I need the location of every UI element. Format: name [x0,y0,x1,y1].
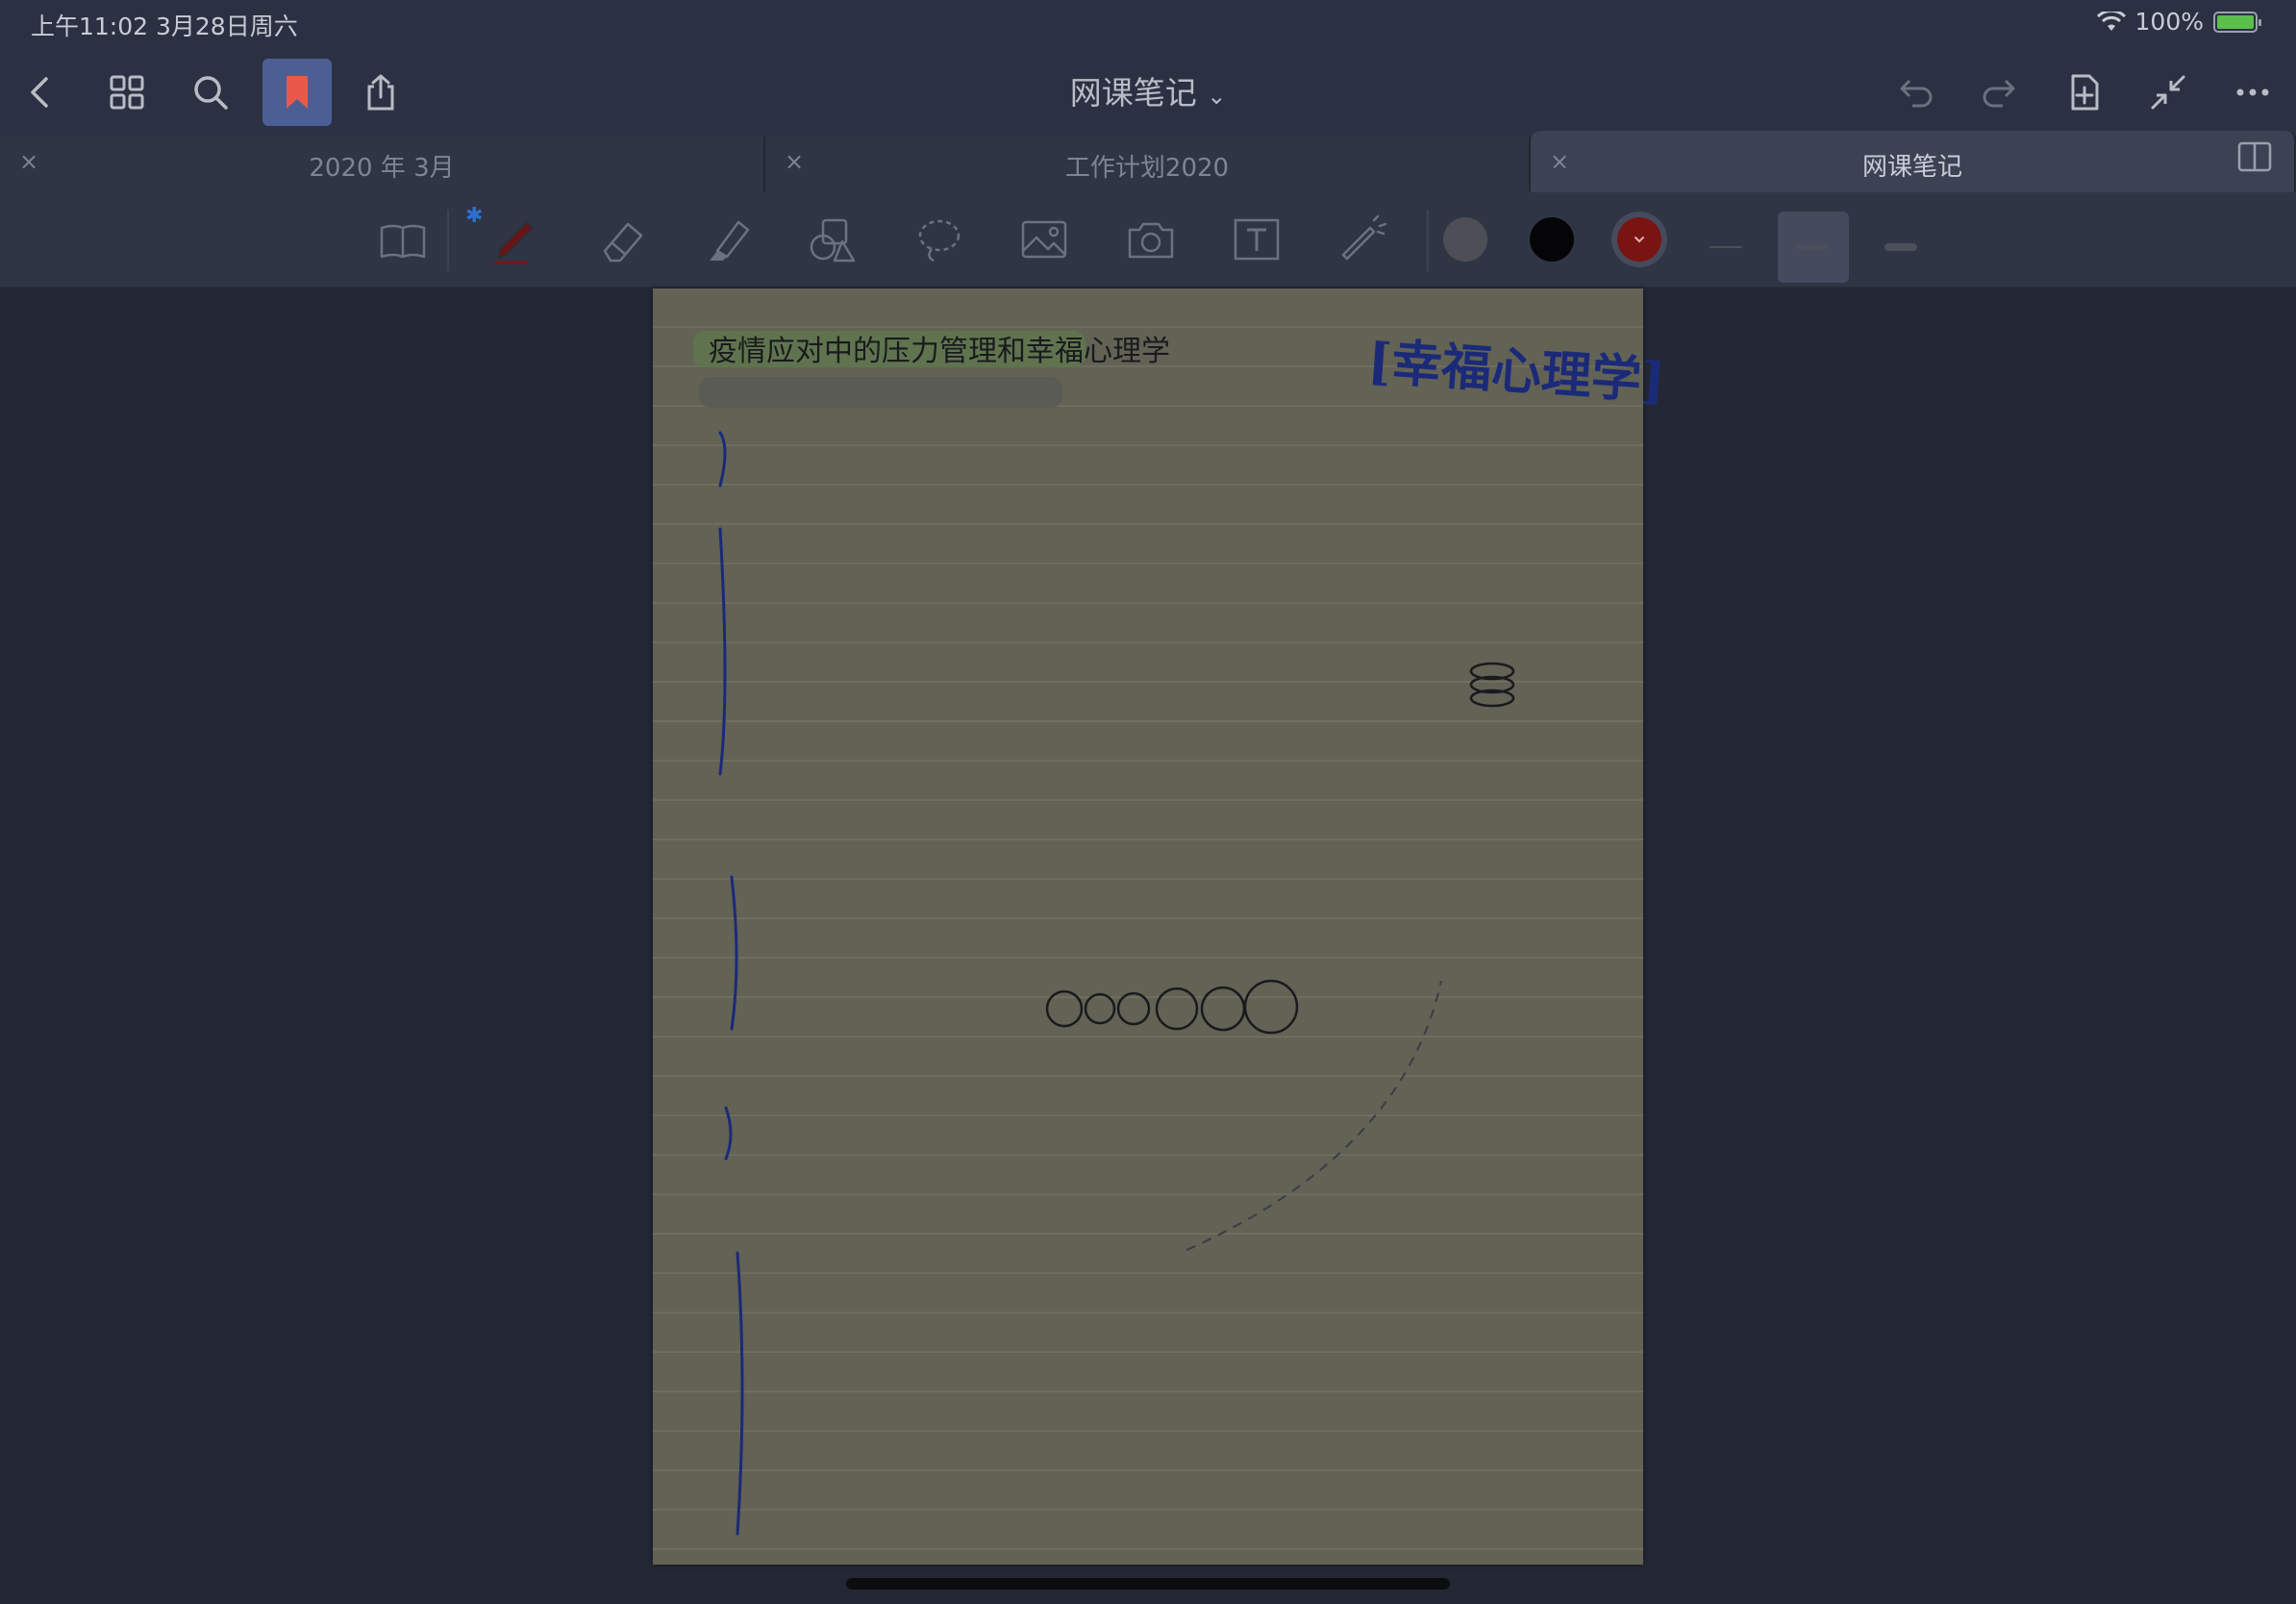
notebook-canvas[interactable]: 疫情应对中的压力管理和幸福心理学 [幸福心理学] [0,288,2296,1604]
status-bar: 上午11:02 3月28日周六 100% [0,0,2296,48]
chevron-down-icon: ⌄ [1207,83,1227,110]
tab-label: 工作计划2020 [1064,154,1230,183]
text-box-icon [1234,218,1280,261]
image-icon [1021,220,1067,259]
redo-icon [1983,79,2015,108]
tab-label: 2020 年 3月 [309,154,455,183]
shape-tool[interactable] [798,206,867,273]
color-swatch-gray[interactable] [1443,217,1487,262]
bookmark-icon [287,76,308,109]
tab-online-notes[interactable]: × 网课笔记 [1531,131,2296,192]
grid-icon [110,75,144,110]
battery-icon [2213,11,2261,33]
home-indicator [846,1578,1450,1590]
wifi-icon [2096,11,2126,31]
eraser-icon [603,222,643,263]
camera-tool[interactable] [1116,206,1185,273]
stroke-width-thick[interactable] [1865,212,1936,283]
search-button[interactable] [176,59,245,126]
status-time: 上午11:02 3月28日周六 [31,13,298,40]
laser-pointer-icon [1341,214,1387,261]
toolbar-divider [447,210,449,271]
bookmark-button[interactable] [262,59,332,126]
laser-pointer-tool[interactable] [1328,206,1397,273]
eraser-tool[interactable] [587,206,657,273]
stroke-thick-sample [1884,243,1917,251]
camera-icon [1128,222,1174,259]
text-tool[interactable] [1222,206,1291,273]
tab-label: 网课笔记 [1861,153,1962,182]
redo-button[interactable] [1964,59,2034,126]
split-view-icon[interactable] [2236,138,2273,175]
tab-work-plan[interactable]: × 工作计划2020 [765,137,1531,192]
tab-bar: × 2020 年 3月 × 工作计划2020 × 网课笔记 [0,131,2296,192]
chevron-left-icon [31,77,48,108]
add-page-icon [2071,74,2099,111]
chevron-down-icon [1635,237,1644,243]
grid-view-button[interactable] [92,59,162,126]
collapse-icon [2151,75,2185,110]
undo-icon [1900,79,1933,108]
search-icon [194,76,228,110]
status-right: 100% [2096,8,2261,36]
handwritten-notes [718,431,1515,1536]
share-button[interactable] [346,59,415,126]
lasso-tool[interactable] [905,206,974,273]
read-mode-icon [380,224,426,259]
toolbar-divider [1427,210,1429,271]
top-navbar: 网课笔记 ⌄ [0,48,2296,137]
tab-2020-march[interactable]: × 2020 年 3月 [0,137,765,192]
stroke-width-medium[interactable] [1778,212,1849,283]
stroke-width-thin[interactable] [1690,212,1761,283]
drawing-toolbar: ✱ [0,192,2296,288]
battery-percent: 100% [2134,8,2204,36]
document-title-menu[interactable]: 网课笔记 ⌄ [1052,67,1244,113]
notebook-page[interactable]: 疫情应对中的压力管理和幸福心理学 [幸福心理学] [653,288,1667,1565]
highlighter-icon [710,220,750,261]
pen-tool[interactable] [481,206,550,273]
add-page-button[interactable] [2050,59,2119,126]
undo-button[interactable] [1882,59,1951,126]
more-button[interactable] [2218,59,2287,126]
exit-fullscreen-button[interactable] [2134,59,2203,126]
document-title: 网课笔记 [1069,74,1197,112]
share-icon [367,74,394,111]
color-swatch-red[interactable] [1617,217,1661,262]
highlighter-tool[interactable] [694,206,763,273]
image-tool[interactable] [1010,206,1079,273]
back-button[interactable] [7,59,76,126]
shapes-icon [810,218,856,263]
read-mode-button[interactable] [368,206,437,273]
color-swatch-black[interactable] [1530,217,1574,262]
stroke-thin-sample [1710,246,1742,248]
lasso-icon [918,219,961,263]
stroke-medium-sample [1797,245,1830,249]
more-icon [2236,88,2269,96]
pen-icon [494,220,535,264]
